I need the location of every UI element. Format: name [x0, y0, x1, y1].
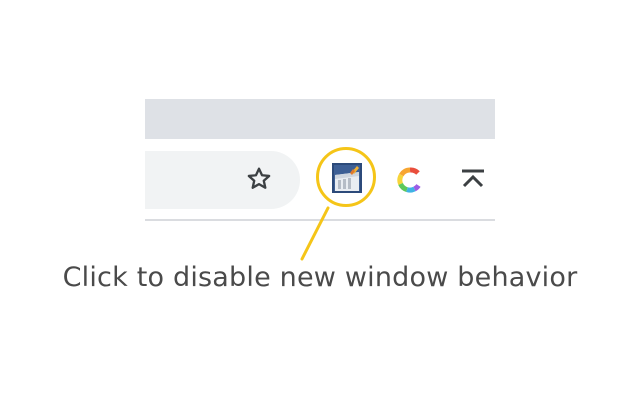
bookmark-star-button[interactable] [240, 162, 278, 200]
star-outline-icon [245, 165, 273, 198]
scroll-to-top-button[interactable] [455, 164, 491, 200]
toolbar-divider [145, 219, 495, 221]
browser-tab-strip [145, 99, 495, 139]
screenshot-stage: Click to disable new window behavior [0, 0, 640, 400]
c-extension-button[interactable] [392, 164, 428, 200]
arrow-to-top-icon [459, 166, 487, 199]
new-window-extension-icon [332, 162, 362, 198]
new-window-extension-button[interactable] [325, 158, 369, 202]
instruction-caption: Click to disable new window behavior [62, 262, 578, 293]
rainbow-c-icon [396, 166, 424, 199]
